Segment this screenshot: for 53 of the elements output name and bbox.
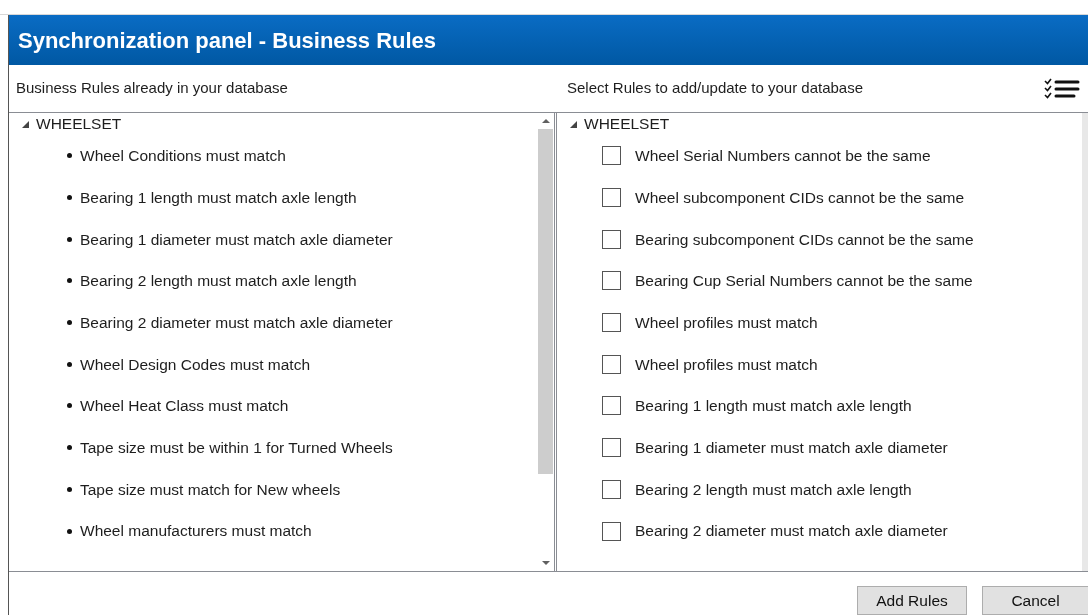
scrollbar[interactable]: [1082, 113, 1088, 571]
checkbox[interactable]: [602, 396, 621, 416]
group-label[interactable]: WHEELSET: [584, 113, 670, 136]
scroll-down-icon[interactable]: [540, 559, 551, 567]
panel-heading: Select Rules to add/update to your database: [567, 78, 864, 99]
rule-item: Bearing 1 length must match axle length: [80, 187, 357, 208]
group-label[interactable]: WHEELSET: [36, 113, 122, 136]
checkbox[interactable]: [602, 229, 621, 249]
rule-item: Tape size must be within 1 for Turned Wheels: [80, 438, 393, 459]
rule-label[interactable]: Bearing Cup Serial Numbers cannot be the same: [635, 269, 973, 293]
bullet-icon: [67, 195, 72, 201]
checkbox[interactable]: [602, 188, 621, 208]
expanded-icon[interactable]: [21, 119, 30, 129]
bullet-icon: [67, 445, 72, 451]
checklist-icon[interactable]: [1044, 77, 1080, 100]
rule-label[interactable]: Wheel Serial Numbers cannot be the same: [635, 144, 931, 168]
checkbox[interactable]: [602, 521, 621, 541]
rule-item: Wheel Design Codes must match: [80, 354, 310, 375]
checkbox[interactable]: [602, 354, 621, 374]
bullet-icon: [67, 153, 72, 159]
rule-item: Tape size must match for New wheels: [80, 479, 341, 500]
add-rules-button[interactable]: Add Rules: [857, 586, 967, 615]
bullet-icon: [67, 528, 72, 534]
expanded-icon[interactable]: [569, 119, 578, 129]
bullet-icon: [67, 236, 72, 242]
bullet-icon: [67, 320, 72, 326]
bullet-icon: [67, 278, 72, 284]
checkbox[interactable]: [602, 438, 621, 458]
checkbox[interactable]: [602, 479, 621, 499]
rule-item: Wheel Conditions must match: [80, 146, 286, 167]
rule-item: Wheel manufacturers must match: [80, 521, 312, 542]
rule-label[interactable]: Bearing 1 length must match axle length: [635, 394, 912, 418]
bullet-icon: [67, 486, 72, 492]
checkbox[interactable]: [602, 271, 621, 291]
rule-label[interactable]: Bearing 2 length must match axle length: [635, 477, 912, 501]
checkbox[interactable]: [602, 146, 621, 166]
rule-item: Bearing 2 diameter must match axle diameter: [80, 312, 393, 333]
window-title: Synchronization panel - Business Rules: [9, 15, 1088, 65]
rule-label[interactable]: Wheel profiles must match: [635, 352, 818, 376]
rule-label[interactable]: Bearing 1 diameter must match axle diameter: [635, 436, 948, 460]
bullet-icon: [67, 361, 72, 367]
rule-label[interactable]: Wheel profiles must match: [635, 310, 818, 335]
rule-label[interactable]: Wheel subcomponent CIDs cannot be the same: [635, 185, 965, 210]
rule-item: Wheel Heat Class must match: [80, 396, 289, 417]
scroll-up-icon[interactable]: [540, 117, 551, 125]
rule-item: Bearing 2 length must match axle length: [80, 271, 357, 292]
bullet-icon: [67, 403, 72, 409]
panel-heading: Business Rules already in your database: [16, 79, 288, 97]
checkbox[interactable]: [602, 313, 621, 333]
cancel-button[interactable]: Cancel: [982, 586, 1088, 615]
rule-item: Bearing 1 diameter must match axle diameter: [80, 229, 393, 250]
rule-label[interactable]: Bearing subcomponent CIDs cannot be the same: [635, 227, 974, 251]
rule-label[interactable]: Bearing 2 diameter must match axle diameter: [635, 519, 948, 543]
